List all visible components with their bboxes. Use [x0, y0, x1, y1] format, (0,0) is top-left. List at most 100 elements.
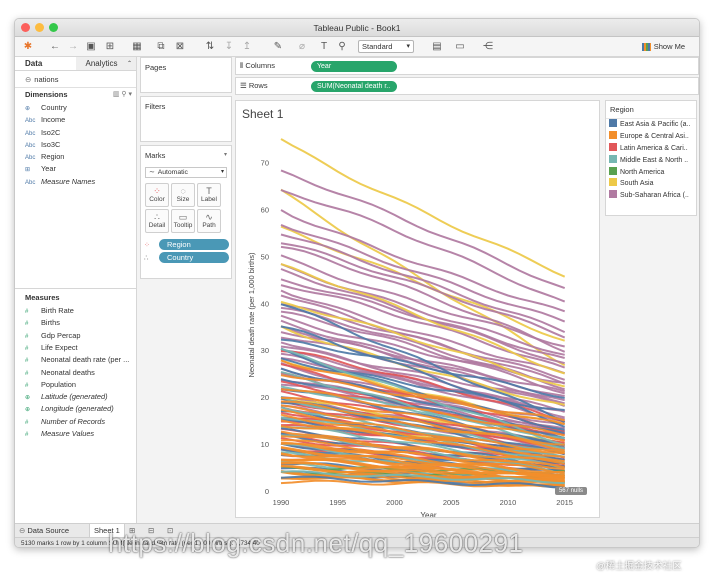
search-fields-icon[interactable]: ⚲: [121, 91, 126, 98]
dimension-field[interactable]: Abc Iso3C: [15, 139, 136, 151]
y-tick-label: 30: [261, 346, 269, 355]
measure-field[interactable]: # Gdp Percap: [15, 330, 136, 342]
group-members-icon[interactable]: ⌀: [295, 40, 309, 54]
presentation-mode-icon[interactable]: ▭: [453, 40, 467, 54]
pill-country[interactable]: ∴ Country: [144, 252, 229, 263]
pill-region[interactable]: ⁘ Region: [144, 239, 229, 250]
marks-detail-button[interactable]: ∴ Detail: [145, 209, 169, 233]
redo-icon[interactable]: →: [66, 40, 80, 54]
fix-axes-icon[interactable]: ⚲: [335, 40, 349, 54]
dimension-field[interactable]: ⊞ Year: [15, 163, 136, 175]
nulls-indicator[interactable]: 567 nulls: [554, 487, 587, 495]
pane-divider[interactable]: [15, 288, 136, 290]
legend-item[interactable]: Europe & Central Asi..: [606, 130, 696, 143]
legend-swatch: [609, 142, 617, 151]
columns-pill-year[interactable]: Year: [311, 61, 397, 72]
mark-type-select[interactable]: ∼ Automatic: [145, 167, 227, 178]
measures-header: Measures: [15, 291, 136, 305]
marks-menu-icon[interactable]: ▾: [224, 151, 227, 158]
pages-card[interactable]: Pages: [140, 57, 232, 93]
series-line: [280, 209, 566, 313]
tab-analytics[interactable]: Analytics ⌃: [75, 57, 136, 71]
legend-item[interactable]: Middle East & North ..: [606, 154, 696, 167]
fit-select[interactable]: Standard: [358, 40, 414, 53]
measure-field[interactable]: # Births: [15, 317, 136, 329]
swap-rows-columns-icon[interactable]: ⇅: [203, 40, 217, 54]
y-tick-label: 70: [261, 158, 269, 167]
show-cards-icon[interactable]: ▤: [430, 40, 444, 54]
maximize-window-button[interactable]: [49, 23, 58, 32]
data-pane: Data Analytics ⌃ ⊖ nations Dimensions ▥ ⚲ …: [15, 57, 137, 523]
data-source-icon: ⊖: [19, 526, 26, 535]
marks-label-button[interactable]: T Label: [197, 183, 221, 207]
tableau-window: Tableau Public - Book1 ✱ ← → ▣ ⊞ ▦ ⧉ ⊠ ⇅…: [14, 18, 700, 548]
measure-field[interactable]: # Population: [15, 379, 136, 391]
legend-label: South Asia: [620, 180, 654, 188]
color-icon: ⁘: [153, 186, 161, 196]
line-chart[interactable]: 0 10 20 30 40 50 60 70 1990 1995 2000 2005 2010 2015 Y…: [236, 101, 599, 517]
marks-size-button[interactable]: ◌ Size: [171, 183, 195, 207]
legend-swatch: [609, 166, 617, 175]
duplicate-sheet-icon[interactable]: ⧉: [154, 40, 168, 54]
legend-item[interactable]: East Asia & Pacific (a..: [606, 119, 696, 131]
marks-tooltip-button[interactable]: ▭ Tooltip: [171, 209, 195, 233]
tableau-logo-icon[interactable]: ✱: [21, 40, 35, 54]
view-grid-icon[interactable]: ▥: [113, 91, 120, 98]
legend-item[interactable]: North America: [606, 166, 696, 179]
dimension-field[interactable]: Abc Income: [15, 114, 136, 126]
legend-item[interactable]: Sub-Saharan Africa (..: [606, 190, 696, 202]
measure-field[interactable]: ⊕ Latitude (generated): [15, 391, 136, 403]
sort-descending-icon[interactable]: ↥: [240, 40, 254, 54]
measure-field[interactable]: ⊕ Longitude (generated): [15, 403, 136, 415]
highlight-icon[interactable]: ✎: [271, 40, 285, 54]
dimension-field[interactable]: Abc Iso2C: [15, 127, 136, 139]
share-icon[interactable]: ⋲: [481, 40, 495, 54]
series-line: [280, 254, 565, 348]
measure-field[interactable]: # Neonatal death rate (per ...: [15, 354, 136, 366]
field-type-icon: #: [25, 321, 29, 328]
marks-path-button[interactable]: ∿ Path: [197, 209, 221, 233]
dimension-field[interactable]: ⊕ Country: [15, 102, 136, 114]
legend-item[interactable]: Latin America & Cari..: [606, 142, 696, 155]
columns-label: Columns: [245, 61, 275, 70]
minimize-window-button[interactable]: [35, 23, 44, 32]
field-label: Neonatal deaths: [41, 367, 95, 377]
legend-label: Europe & Central Asi..: [620, 132, 689, 140]
field-type-icon: ⊕: [25, 395, 31, 402]
undo-icon[interactable]: ←: [48, 40, 62, 54]
tab-data-source[interactable]: ⊖ Data Source: [19, 524, 69, 538]
filters-card[interactable]: Filters: [140, 96, 232, 142]
measure-field[interactable]: # Life Expect: [15, 342, 136, 354]
datasource-item[interactable]: ⊖ nations: [15, 71, 136, 88]
field-label: Income: [41, 115, 66, 125]
tab-data[interactable]: Data: [15, 57, 76, 70]
worksheet-view[interactable]: Sheet 1 0 10 20 30 40 50 60 70 1990 1995 2000 2005 2…: [235, 100, 600, 518]
rows-pill-neonatal[interactable]: SUM(Neonatal death r..: [311, 81, 397, 92]
dimension-field[interactable]: Abc Measure Names: [15, 176, 136, 188]
dimensions-menu-icon[interactable]: ▾: [128, 91, 132, 98]
dimension-field[interactable]: Abc Region: [15, 151, 136, 163]
new-worksheet-icon[interactable]: ▦: [130, 40, 144, 54]
show-me-button[interactable]: Show Me: [641, 40, 685, 54]
columns-shelf-title: ⦀ Columns: [240, 58, 275, 74]
dimensions-spacer: [15, 188, 136, 288]
measure-field[interactable]: # Birth Rate: [15, 305, 136, 317]
new-data-source-icon[interactable]: ⊞: [103, 40, 117, 54]
tab-menu-icon[interactable]: ⌃: [127, 57, 132, 71]
columns-shelf[interactable]: ⦀ Columns Year: [235, 57, 699, 75]
measure-field[interactable]: # Measure Values: [15, 428, 136, 440]
close-window-button[interactable]: [21, 23, 30, 32]
field-type-icon: Abc: [25, 142, 36, 149]
legend-swatch: [609, 178, 617, 187]
legend-item[interactable]: South Asia: [606, 178, 696, 190]
measure-field[interactable]: # Neonatal deaths: [15, 367, 136, 379]
clear-sheet-icon[interactable]: ⊠: [173, 40, 187, 54]
marks-color-button[interactable]: ⁘ Color: [145, 183, 169, 207]
save-icon[interactable]: ▣: [84, 40, 98, 54]
series-line: [280, 263, 565, 356]
filters-title: Filters: [145, 102, 166, 111]
show-mark-labels-icon[interactable]: T: [317, 40, 331, 54]
sort-ascending-icon[interactable]: ↧: [222, 40, 236, 54]
rows-shelf[interactable]: ☰ Rows SUM(Neonatal death r..: [235, 77, 699, 95]
measure-field[interactable]: # Number of Records: [15, 416, 136, 428]
